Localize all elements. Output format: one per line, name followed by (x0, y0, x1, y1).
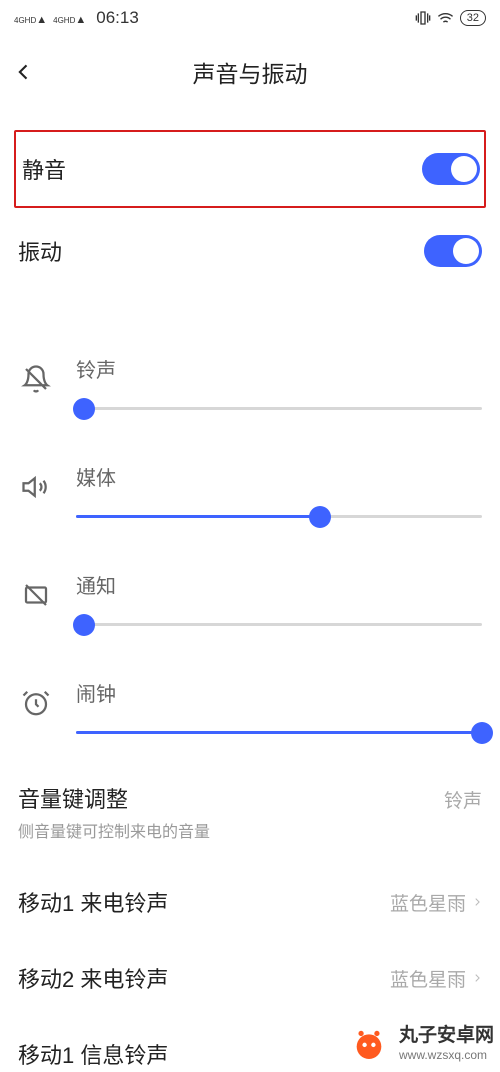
media-slider-row: 媒体 (18, 436, 482, 544)
wifi-icon (437, 10, 454, 27)
vibrate-toggle[interactable] (424, 235, 482, 267)
sim2-ringtone-row[interactable]: 移动2 来电铃声 蓝色星雨 (0, 940, 500, 1016)
sim1-ringtone-value: 蓝色星雨 (390, 889, 466, 916)
notification-slider-row: 通知 (18, 544, 482, 652)
alarm-clock-icon (18, 678, 54, 728)
vibrate-icon (415, 10, 431, 26)
nav-bar: 声音与振动 (0, 44, 500, 100)
vibrate-label: 振动 (18, 235, 62, 267)
mute-row: 静音 (20, 132, 480, 206)
signal-1-icon: 4GHD▲ (14, 10, 47, 27)
volume-key-row[interactable]: 音量键调整 侧音量键可控制来电的音量 铃声 (0, 760, 500, 864)
status-bar: 4GHD▲ 4GHD▲ 06:13 32 (0, 0, 500, 36)
signal-2-icon: 4GHD▲ (53, 10, 86, 27)
notification-mute-icon (18, 570, 54, 620)
alarm-slider-row: 闹钟 (18, 652, 482, 760)
volume-key-value: 铃声 (444, 786, 482, 813)
watermark-name: 丸子安卓网 (399, 1025, 494, 1048)
alarm-slider[interactable] (76, 731, 482, 734)
chevron-right-icon (472, 970, 482, 986)
ringtone-slider[interactable] (76, 407, 482, 410)
volume-key-subtitle: 侧音量键可控制来电的音量 (18, 818, 210, 842)
media-slider[interactable] (76, 515, 482, 518)
sim1-ringtone-row[interactable]: 移动1 来电铃声 蓝色星雨 (0, 864, 500, 940)
volume-key-label: 音量键调整 (18, 782, 210, 814)
battery-indicator: 32 (460, 10, 486, 26)
speaker-icon (18, 462, 54, 512)
watermark: 丸子安卓网 www.wzsxq.com (347, 1022, 494, 1066)
sim2-ringtone-value: 蓝色星雨 (390, 965, 466, 992)
page-title: 声音与振动 (193, 55, 308, 89)
status-time: 06:13 (96, 8, 139, 28)
watermark-url: www.wzsxq.com (399, 1048, 494, 1062)
chevron-right-icon (472, 894, 482, 910)
back-button[interactable] (14, 62, 34, 82)
ringtone-slider-label: 铃声 (76, 354, 482, 383)
watermark-logo-icon (347, 1022, 391, 1066)
vibrate-row: 振动 (18, 214, 482, 288)
sim2-ringtone-label: 移动2 来电铃声 (18, 962, 168, 994)
media-slider-label: 媒体 (76, 462, 482, 491)
notification-slider-label: 通知 (76, 570, 482, 599)
notification-slider[interactable] (76, 623, 482, 626)
ringtone-slider-row: 铃声 (18, 328, 482, 436)
alarm-slider-label: 闹钟 (76, 678, 482, 707)
bell-off-icon (18, 354, 54, 404)
sim1-message-label: 移动1 信息铃声 (18, 1038, 168, 1070)
sim1-ringtone-label: 移动1 来电铃声 (18, 886, 168, 918)
mute-label: 静音 (20, 153, 66, 185)
volume-sliders: 铃声 媒体 通知 (0, 328, 500, 760)
mute-row-highlight: 静音 (14, 130, 486, 208)
mute-toggle[interactable] (422, 153, 480, 185)
